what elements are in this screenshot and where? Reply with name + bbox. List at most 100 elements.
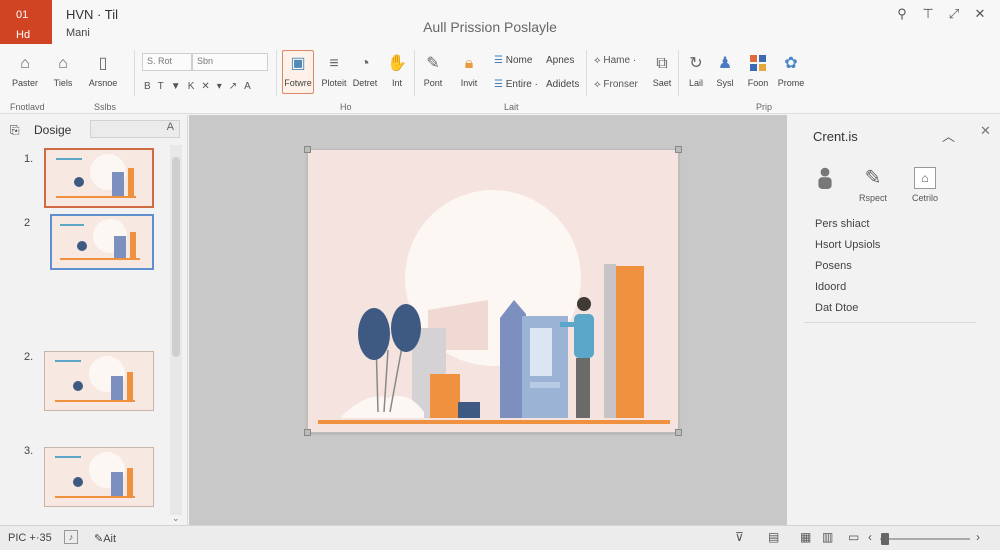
insert-picture-button[interactable]: ▣ Fotwre: [282, 50, 314, 94]
pane-option[interactable]: Posens: [815, 260, 852, 272]
resize-handle[interactable]: [304, 429, 311, 436]
apnes-item[interactable]: Apnes: [546, 55, 574, 66]
notes-icon[interactable]: ♪: [64, 530, 78, 544]
invit-label: Invit: [460, 78, 478, 88]
window-controls: ⚲ ⊤ ⤢ ✕: [894, 6, 988, 22]
pane-option[interactable]: Idoord: [815, 281, 846, 293]
zoom-slider[interactable]: [880, 538, 970, 540]
resize-icon[interactable]: ⤢: [946, 6, 962, 22]
tiles-button[interactable]: ⌂ Tiels: [48, 54, 78, 88]
format-btn-8[interactable]: A: [244, 81, 258, 92]
slide-thumbnail-2[interactable]: [50, 214, 154, 270]
cetrilo-button[interactable]: ⌂ Cetrilo: [902, 167, 948, 203]
pane-divider: [804, 322, 976, 323]
font-size-box[interactable]: Sbn: [192, 53, 268, 71]
format-btn-1[interactable]: B: [144, 81, 158, 92]
normal-view-icon[interactable]: ▦: [800, 530, 811, 544]
format-btn-2[interactable]: T: [158, 81, 171, 92]
adidets-item[interactable]: Adidets: [546, 79, 579, 90]
close-icon[interactable]: ✕: [972, 6, 988, 22]
window-icon: ⧉: [656, 55, 668, 72]
pont-button[interactable]: ✎ Pont: [420, 54, 446, 88]
slide-thumbnail-4[interactable]: [44, 447, 154, 507]
chevron-up-icon[interactable]: ︿: [942, 126, 955, 145]
format-button-row[interactable]: BT▼K✕▾↗A: [144, 81, 258, 92]
nome-item[interactable]: ☰ Nome: [494, 55, 532, 66]
home-item[interactable]: ⟡ Hame ·: [594, 55, 636, 66]
format-btn-4[interactable]: K: [188, 81, 202, 92]
slide-thumbnail-pane: ⎘ Dosige A 1. 2 2. 3. ⌄: [0, 115, 188, 525]
prome-label: Prome: [777, 78, 805, 88]
reading-view-icon[interactable]: ▭: [848, 530, 859, 544]
slides-group-label: Sslbs: [94, 102, 117, 112]
pane-title: Dosige: [34, 123, 72, 137]
design-icon[interactable]: ⎘: [10, 123, 20, 138]
detect-button[interactable]: ◔ Detret: [350, 54, 380, 88]
pin-alt-icon[interactable]: ⊤: [920, 6, 936, 22]
pont-label: Pont: [423, 78, 443, 88]
pane-option[interactable]: Pers shiact: [815, 218, 869, 230]
thumbnail-art: [55, 452, 135, 498]
slide-thumbnail-1[interactable]: [44, 148, 154, 208]
slide-thumbnail-3[interactable]: [44, 351, 154, 411]
slide-illustration: [318, 190, 670, 424]
list-icon: ☰: [494, 79, 506, 90]
scroll-thumb[interactable]: [172, 157, 180, 357]
app-badge[interactable]: 01 Hd: [0, 0, 52, 44]
notes-view-icon[interactable]: ▤: [768, 530, 779, 544]
ribbon-separator: [678, 50, 679, 96]
user-icon: ♟: [717, 55, 733, 72]
scroll-down-icon[interactable]: ⌄: [172, 513, 180, 524]
zoom-slider-knob[interactable]: [880, 533, 889, 545]
paste-button[interactable]: ⌂ Paster: [8, 54, 42, 88]
lock-icon: ⌂: [914, 167, 936, 189]
thumbnail-scrollbar[interactable]: [170, 145, 182, 515]
zoom-in-icon[interactable]: ›: [976, 530, 980, 544]
saet-button[interactable]: ⧉ Saet: [648, 54, 676, 88]
quick-access-title[interactable]: HVN · Til: [66, 7, 118, 22]
format-btn-6[interactable]: ▾: [217, 81, 229, 92]
fronser-item[interactable]: ⟡ Fronser: [594, 79, 638, 90]
resize-handle[interactable]: [675, 146, 682, 153]
pane-option[interactable]: Dat Dtoe: [815, 302, 858, 314]
filter-icon[interactable]: ⊽: [735, 530, 744, 544]
resize-handle[interactable]: [304, 146, 311, 153]
arrange-label: Arsnoe: [88, 78, 118, 88]
grid-icon: [748, 54, 768, 74]
pin-icon[interactable]: ⚲: [894, 6, 910, 22]
quick-access-sub[interactable]: Mani: [66, 27, 90, 39]
zoom-out-icon[interactable]: ‹: [868, 530, 872, 544]
main-slide[interactable]: [304, 146, 682, 436]
arrange-button[interactable]: ▯ Arsnoe: [80, 54, 126, 88]
font-name-box[interactable]: S. Rot: [142, 53, 192, 71]
person-button[interactable]: [802, 167, 848, 193]
format-btn-7[interactable]: ↗: [229, 81, 244, 92]
format-btn-5[interactable]: ✕: [201, 81, 216, 92]
ribbon-separator: [134, 50, 135, 96]
edit-status[interactable]: ✎Ait: [94, 532, 116, 545]
edit-label: Ait: [103, 533, 117, 545]
format-btn-3[interactable]: ▼: [171, 81, 188, 92]
foon-button[interactable]: Foon: [744, 54, 772, 88]
ribbon-separator: [276, 50, 277, 96]
edit-group-label: Lait: [504, 102, 519, 112]
resize-handle[interactable]: [675, 429, 682, 436]
picture-icon: ▣: [290, 55, 306, 72]
sysl-button[interactable]: ♟ Sysl: [712, 54, 738, 88]
grid-view-icon[interactable]: ▥: [822, 530, 833, 544]
pane-option[interactable]: Hsort Upsiols: [815, 239, 880, 251]
entire-item[interactable]: ☰ Entire ·: [494, 79, 538, 90]
right-group-label: Prip: [756, 102, 773, 112]
prome-button[interactable]: ✿ Prome: [774, 54, 808, 88]
thumbnail-art: [60, 219, 140, 260]
int-button[interactable]: ✋ Int: [384, 54, 410, 88]
slide-canvas: [189, 115, 787, 525]
sysl-label: Sysl: [716, 78, 734, 88]
thumbnail-search[interactable]: A: [90, 120, 180, 138]
detect-label: Detret: [352, 78, 378, 88]
respect-button[interactable]: ✎ Rspect: [850, 167, 896, 203]
close-pane-icon[interactable]: ✕: [980, 123, 991, 139]
placeholder-button[interactable]: ≡ Ploteit: [318, 54, 350, 88]
lail-button[interactable]: ↻ Lail: [684, 54, 708, 88]
invit-button[interactable]: 🔒︎ Invit: [454, 54, 484, 88]
